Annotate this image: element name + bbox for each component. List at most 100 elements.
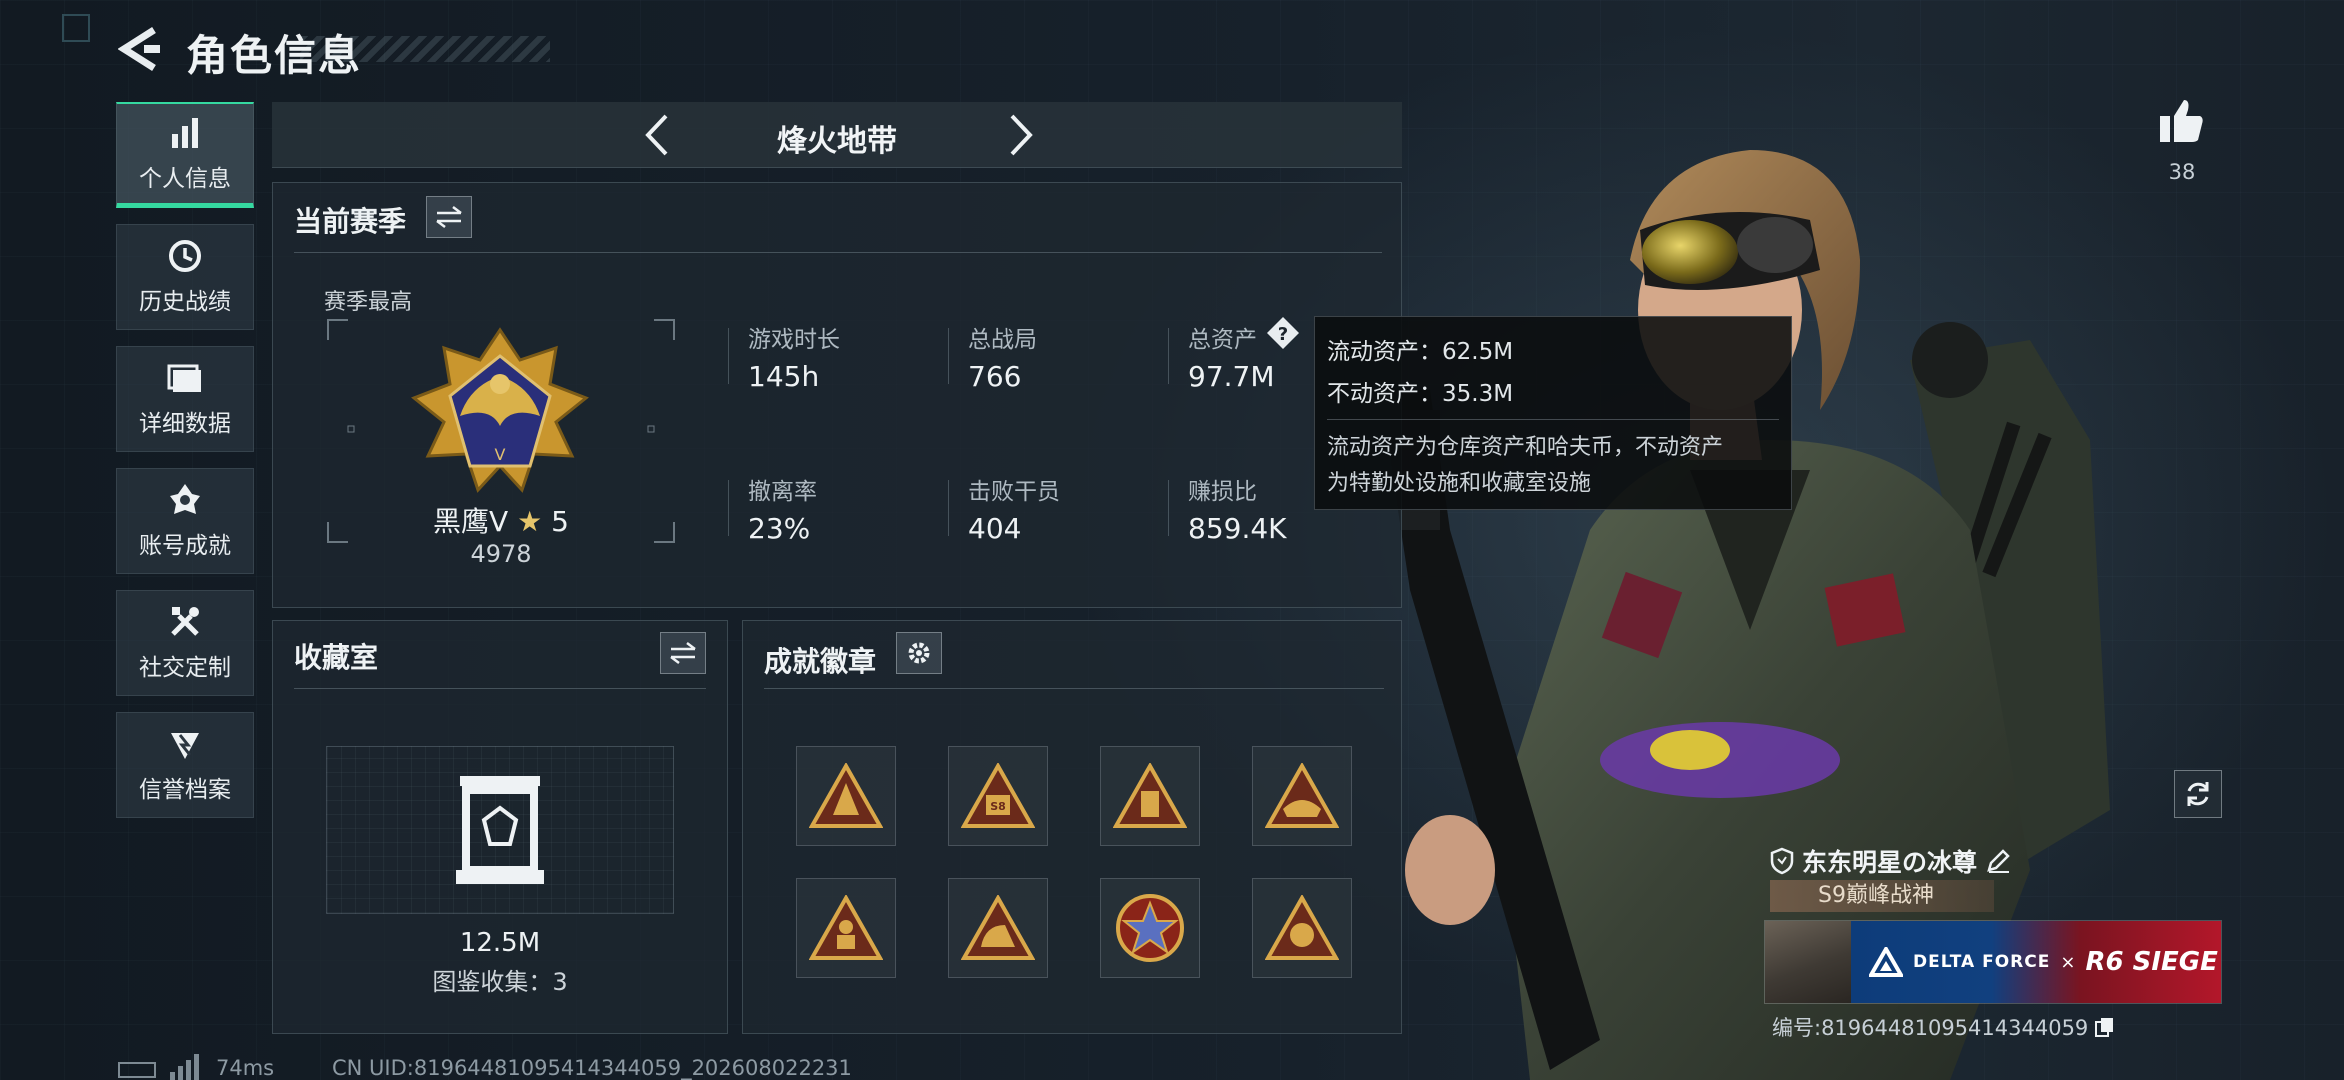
stat-value: 859.4K <box>1188 512 1287 545</box>
achievement-badge[interactable] <box>948 878 1048 978</box>
sidebar-item-credit[interactable]: 信誉档案 <box>116 712 254 818</box>
rank-name: 黑鹰V <box>433 505 509 538</box>
season-switch-button[interactable] <box>426 196 472 238</box>
svg-text:S8: S8 <box>990 800 1006 813</box>
rank-name-row: 黑鹰V ★ 5 <box>326 500 676 540</box>
rotate-model-button[interactable] <box>2174 770 2222 818</box>
shield-icon <box>1770 847 1794 875</box>
collection-switch-button[interactable] <box>660 632 706 674</box>
rank-emblem-icon: V <box>411 327 589 493</box>
stat-value: 23% <box>748 512 811 545</box>
profile-banner[interactable]: DELTA FORCE × R6 SIEGE <box>1764 920 2222 1004</box>
stat-separator <box>948 480 949 536</box>
stat-separator <box>728 480 729 536</box>
refresh-icon <box>2187 782 2209 806</box>
signal-icon <box>170 1054 199 1080</box>
banner-x: × <box>2060 951 2076 973</box>
chevron-right-icon <box>1010 114 1033 156</box>
svg-text:?: ? <box>1278 324 1288 345</box>
next-mode-button[interactable] <box>994 108 1048 162</box>
tooltip-desc-line2: 为特勤处设施和收藏室设施 <box>1327 471 1592 496</box>
achievement-icon <box>167 482 203 518</box>
player-name-row: 东东明星の冰尊 <box>1770 843 2011 879</box>
back-arrow-icon <box>118 27 160 71</box>
banner-thumbnail <box>1765 921 1851 1003</box>
ping-value: 74ms <box>216 1056 275 1080</box>
rank-score: 4978 <box>470 540 532 568</box>
clock-icon <box>167 238 203 274</box>
stat-separator <box>1168 480 1169 536</box>
page-title: 角色信息 <box>186 31 363 80</box>
achievement-badge[interactable] <box>1252 878 1352 978</box>
stat-label: 击败干员 <box>968 479 1060 505</box>
collection-catalog: 图鉴收集：3 <box>432 968 568 996</box>
stat-label: 游戏时长 <box>748 327 840 353</box>
sidebar-item-detailed-data[interactable]: 详细数据 <box>116 346 254 452</box>
stat-label: 总战局 <box>968 327 1037 353</box>
achievement-badge[interactable] <box>796 878 896 978</box>
sidebar-item-label: 个人信息 <box>139 165 231 192</box>
swap-icon <box>670 642 696 664</box>
like-count: 38 <box>2168 160 2196 184</box>
stat-separator <box>948 328 949 384</box>
stat-value: 766 <box>968 360 1022 393</box>
sidebar-item-label: 详细数据 <box>139 411 231 437</box>
stat-value: 97.7M <box>1188 360 1275 393</box>
folder-icon <box>167 360 203 396</box>
season-divider <box>294 252 1382 253</box>
sidebar-item-label: 账号成就 <box>139 533 231 559</box>
banner-right-text: R6 SIEGE <box>2085 947 2218 977</box>
serial-number: 编号:81964481095414344059 <box>1772 1016 2089 1040</box>
achievement-badge[interactable] <box>1252 746 1352 846</box>
star-icon: ★ <box>517 505 543 538</box>
tools-icon <box>167 604 203 640</box>
battery-icon <box>118 1062 156 1078</box>
achievements-settings-button[interactable] <box>896 632 942 674</box>
mode-title: 烽火地带 <box>777 124 897 159</box>
collection-room-icon <box>456 776 544 884</box>
achievement-badge[interactable] <box>1100 878 1200 978</box>
stat-label: 赚损比 <box>1188 479 1257 505</box>
edit-icon[interactable] <box>1985 848 2011 874</box>
serial-row: 编号:81964481095414344059 <box>1772 1012 2116 1042</box>
achievement-badge[interactable] <box>796 746 896 846</box>
season-title: 当前赛季 <box>294 205 407 238</box>
gear-icon <box>908 642 930 664</box>
bar-chart-icon <box>167 115 203 151</box>
triangle-badge-icon <box>1113 763 1187 828</box>
stat-separator <box>1168 328 1169 384</box>
stat-label: 撤离率 <box>748 479 817 505</box>
sidebar-item-label: 社交定制 <box>139 655 231 681</box>
sidebar-item-social[interactable]: 社交定制 <box>116 590 254 696</box>
back-button[interactable] <box>112 20 168 78</box>
shield-badge-icon <box>167 726 203 762</box>
collection-title: 收藏室 <box>294 641 379 674</box>
collection-value: 12.5M <box>459 928 541 958</box>
achievement-badge[interactable] <box>1100 746 1200 846</box>
triangle-badge-icon <box>809 763 883 828</box>
banner-left-text: DELTA FORCE <box>1913 952 2051 972</box>
stat-label: 总资产 <box>1188 327 1257 353</box>
sidebar-item-achievements[interactable]: 账号成就 <box>116 468 254 574</box>
triangle-badge-icon <box>1265 895 1339 960</box>
help-icon[interactable]: ? <box>1266 316 1300 350</box>
triangle-badge-icon <box>961 895 1035 960</box>
stat-value: 404 <box>968 512 1022 545</box>
tooltip-divider <box>1327 419 1779 420</box>
star-medal-icon <box>1116 894 1184 962</box>
tooltip-liquid-assets: 流动资产：62.5M <box>1327 339 1514 365</box>
collection-divider <box>294 688 706 689</box>
triangle-badge-icon: S8 <box>961 763 1035 828</box>
mode-selector: 烽火地带 <box>272 102 1402 168</box>
achievement-badge[interactable]: S8 <box>948 746 1048 846</box>
sidebar-item-history[interactable]: 历史战绩 <box>116 224 254 330</box>
sidebar-item-label: 历史战绩 <box>139 289 231 315</box>
triangle-badge-icon <box>1265 763 1339 828</box>
sidebar-item-personal-info[interactable]: 个人信息 <box>116 102 254 208</box>
achievements-title: 成就徽章 <box>764 645 877 678</box>
season-best-label: 赛季最高 <box>324 290 413 315</box>
thumbs-up-icon <box>2160 100 2203 142</box>
title-tag: S9巅峰战神 <box>1770 880 1994 912</box>
copy-icon[interactable] <box>2094 1016 2116 1038</box>
like-button[interactable] <box>2156 96 2206 146</box>
